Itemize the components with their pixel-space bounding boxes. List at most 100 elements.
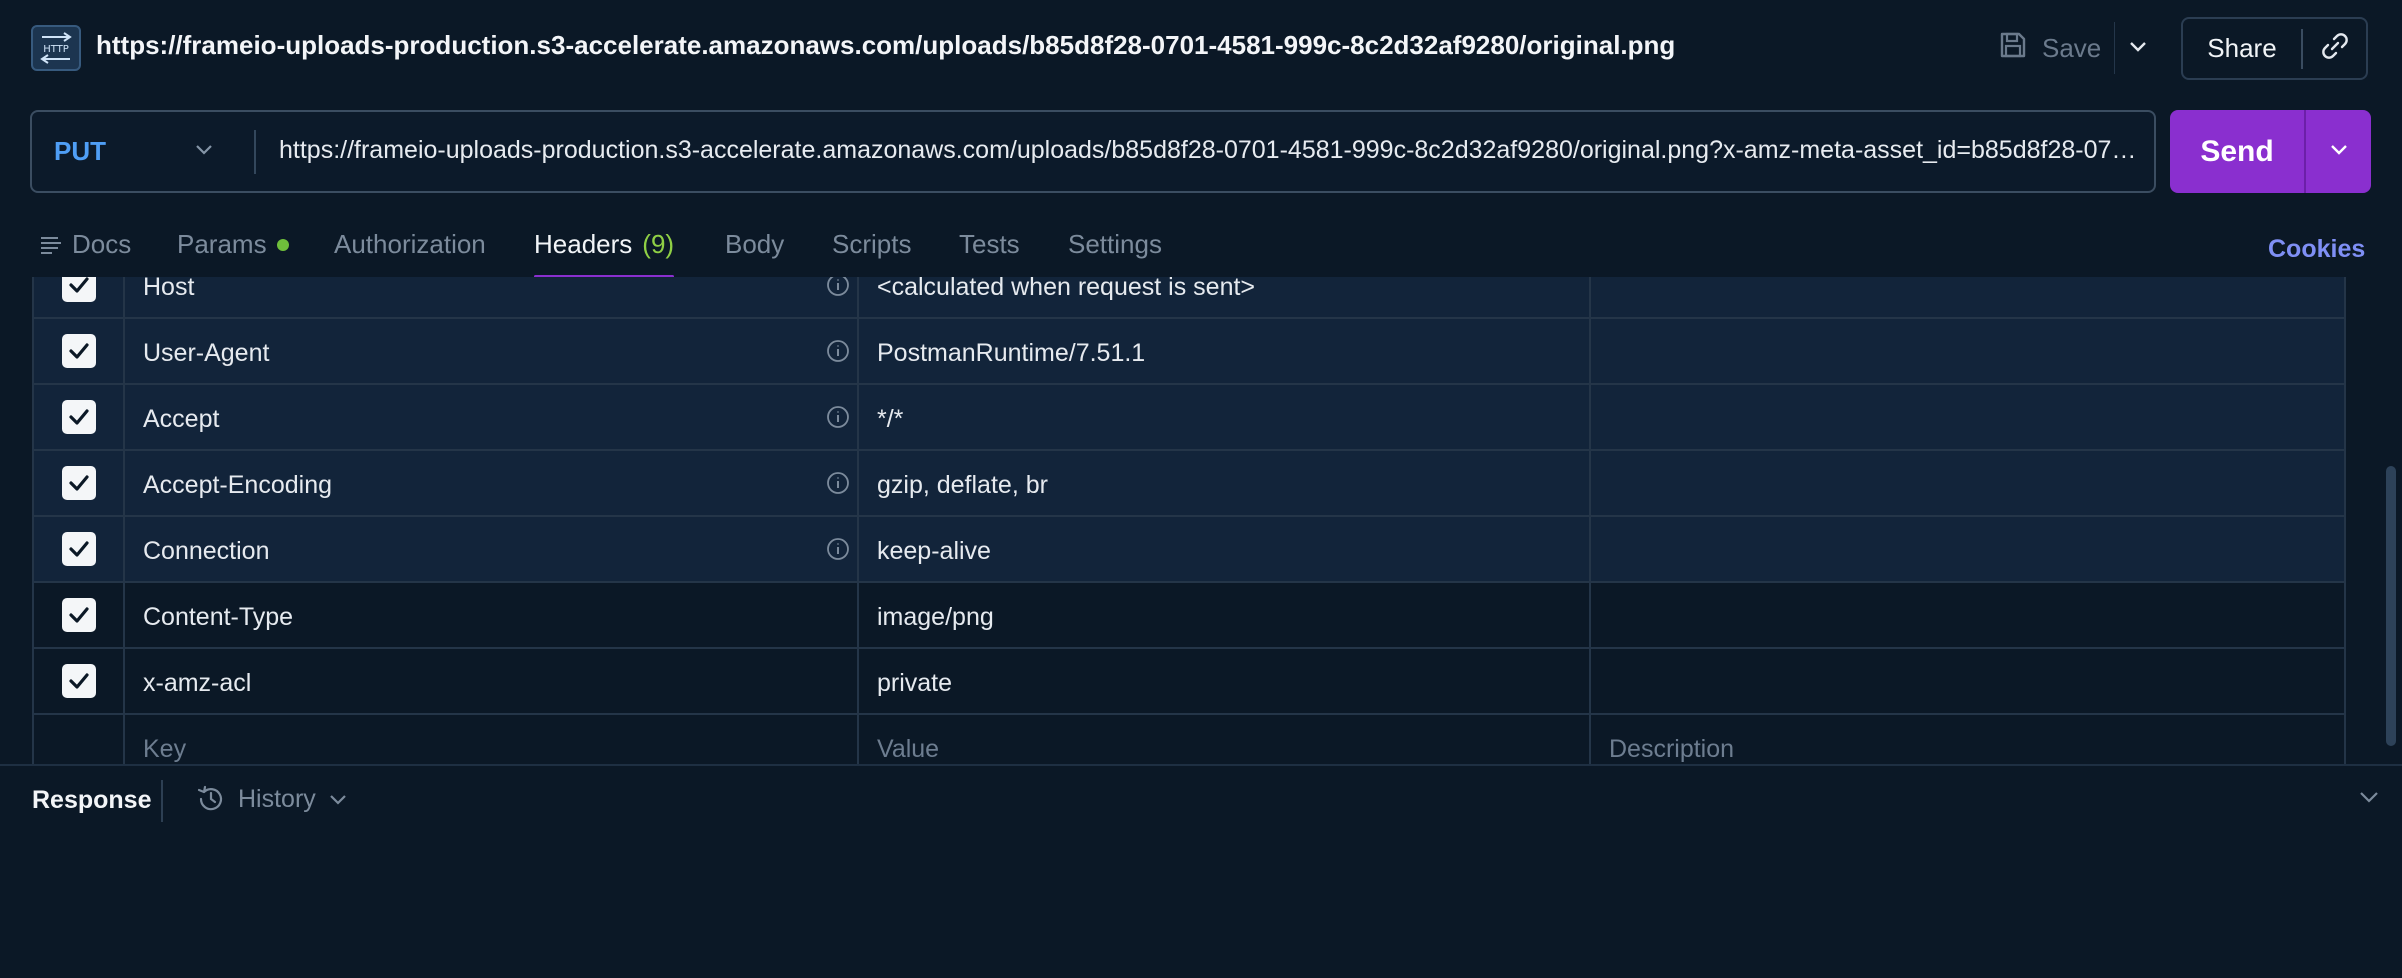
tab-params[interactable]: Params xyxy=(177,229,289,260)
header-value: keep-alive xyxy=(877,537,991,565)
row-checkbox[interactable] xyxy=(61,466,96,500)
header-value-cell[interactable]: keep-alive xyxy=(859,517,1591,581)
table-row: Connection keep-alive xyxy=(34,517,2344,583)
tab-headers[interactable]: Headers (9) xyxy=(534,229,675,278)
chevron-down-icon xyxy=(328,792,348,806)
header-key: Connection xyxy=(143,537,270,565)
header-value-cell[interactable]: <calculated when request is sent> xyxy=(859,277,1591,317)
tab-body-label: Body xyxy=(725,229,785,259)
save-options-button[interactable] xyxy=(2114,22,2160,74)
save-button[interactable]: Save xyxy=(1998,28,2101,68)
tab-settings[interactable]: Settings xyxy=(1068,229,1162,260)
table-row: User-Agent PostmanRuntime/7.51.1 xyxy=(34,319,2344,385)
row-checkbox[interactable] xyxy=(61,334,96,368)
request-title[interactable]: https://frameio-uploads-production.s3-ac… xyxy=(96,30,1675,61)
cookies-link[interactable]: Cookies xyxy=(2268,235,2365,264)
header-description-cell[interactable] xyxy=(1591,517,2344,581)
save-icon xyxy=(1998,30,2028,67)
info-icon[interactable] xyxy=(826,277,850,297)
share-group: Share xyxy=(2181,17,2368,80)
headers-table-viewport: Host <calculated when request is sent> U… xyxy=(0,277,2402,764)
method-divider xyxy=(254,130,256,174)
headers-table: Host <calculated when request is sent> U… xyxy=(32,277,2346,764)
tab-body[interactable]: Body xyxy=(725,229,784,260)
key-placeholder: Key xyxy=(143,735,187,763)
svg-text:HTTP: HTTP xyxy=(43,44,69,55)
http-request-icon: HTTP xyxy=(31,25,81,71)
chevron-down-icon xyxy=(2128,39,2148,58)
tab-scripts-label: Scripts xyxy=(832,229,912,259)
history-label: History xyxy=(238,784,316,813)
header-key-cell[interactable]: Accept xyxy=(125,385,859,449)
response-divider xyxy=(161,780,163,822)
new-key-input[interactable]: Key xyxy=(125,715,859,764)
value-placeholder: Value xyxy=(877,735,940,763)
new-description-input[interactable]: Description xyxy=(1591,715,2344,764)
history-button[interactable]: History xyxy=(196,784,348,814)
header-value: <calculated when request is sent> xyxy=(877,277,1256,301)
table-row: Accept-Encoding gzip, deflate, br xyxy=(34,451,2344,517)
header-key-cell[interactable]: Connection xyxy=(125,517,859,581)
info-icon[interactable] xyxy=(826,471,850,495)
header-key: Accept-Encoding xyxy=(143,471,333,499)
header-value-cell[interactable]: gzip, deflate, br xyxy=(859,451,1591,515)
header-description-cell[interactable] xyxy=(1591,277,2344,317)
row-checkbox[interactable] xyxy=(61,532,96,566)
response-tab[interactable]: Response xyxy=(32,786,151,815)
request-header: HTTP https://frameio-uploads-production.… xyxy=(0,0,2402,96)
header-key-cell[interactable]: Accept-Encoding xyxy=(125,451,859,515)
row-checkbox[interactable] xyxy=(61,277,96,302)
url-input[interactable]: https://frameio-uploads-production.s3-ac… xyxy=(279,136,2141,165)
table-row: x-amz-acl private xyxy=(34,649,2344,715)
chevron-down-icon xyxy=(2358,791,2380,808)
copy-link-button[interactable] xyxy=(2303,31,2366,66)
header-key: Content-Type xyxy=(143,603,294,631)
header-key-cell[interactable]: Content-Type xyxy=(125,583,859,647)
tab-docs[interactable]: Docs xyxy=(40,229,131,260)
header-description-cell[interactable] xyxy=(1591,319,2344,383)
header-value: private xyxy=(877,669,953,697)
response-bar: Response History xyxy=(0,764,2402,834)
header-value-cell[interactable]: image/png xyxy=(859,583,1591,647)
header-key-cell[interactable]: User-Agent xyxy=(125,319,859,383)
collapse-response-button[interactable] xyxy=(2358,790,2380,809)
tab-scripts[interactable]: Scripts xyxy=(832,229,911,260)
row-checkbox[interactable] xyxy=(61,664,96,698)
row-checkbox[interactable] xyxy=(61,400,96,434)
docs-icon xyxy=(40,235,62,255)
table-row: Content-Type image/png xyxy=(34,583,2344,649)
header-key-cell[interactable]: Host xyxy=(125,277,859,317)
request-tabs: Docs Params Authorization Headers (9) Bo… xyxy=(0,215,2402,278)
info-icon[interactable] xyxy=(826,339,850,363)
send-button[interactable]: Send xyxy=(2170,135,2304,169)
header-value-cell[interactable]: PostmanRuntime/7.51.1 xyxy=(859,319,1591,383)
header-value-cell[interactable]: private xyxy=(859,649,1591,713)
header-description-cell[interactable] xyxy=(1591,583,2344,647)
info-icon[interactable] xyxy=(826,537,850,561)
method-select[interactable]: PUT xyxy=(32,112,254,191)
header-key-cell[interactable]: x-amz-acl xyxy=(125,649,859,713)
table-row: Accept */* xyxy=(34,385,2344,451)
header-value-cell[interactable]: */* xyxy=(859,385,1591,449)
vertical-scrollbar[interactable] xyxy=(2386,466,2396,746)
table-row: Host <calculated when request is sent> xyxy=(34,277,2344,319)
header-description-cell[interactable] xyxy=(1591,451,2344,515)
info-icon[interactable] xyxy=(826,405,850,429)
params-active-dot xyxy=(276,238,289,251)
tab-params-label: Params xyxy=(177,229,267,259)
header-value: */* xyxy=(877,405,904,433)
save-label: Save xyxy=(2042,32,2102,63)
tab-headers-label: Headers xyxy=(534,229,633,259)
row-checkbox[interactable] xyxy=(61,598,96,632)
header-value: gzip, deflate, br xyxy=(877,471,1048,499)
share-button[interactable]: Share xyxy=(2183,33,2301,64)
header-description-cell[interactable] xyxy=(1591,385,2344,449)
header-description-cell[interactable] xyxy=(1591,649,2344,713)
description-placeholder: Description xyxy=(1609,735,1735,763)
tab-tests[interactable]: Tests xyxy=(959,229,1020,260)
new-value-input[interactable]: Value xyxy=(859,715,1591,764)
link-icon xyxy=(2320,31,2350,66)
tab-authorization[interactable]: Authorization xyxy=(334,229,486,260)
chevron-down-icon xyxy=(2329,142,2349,161)
send-options-button[interactable] xyxy=(2306,142,2371,161)
